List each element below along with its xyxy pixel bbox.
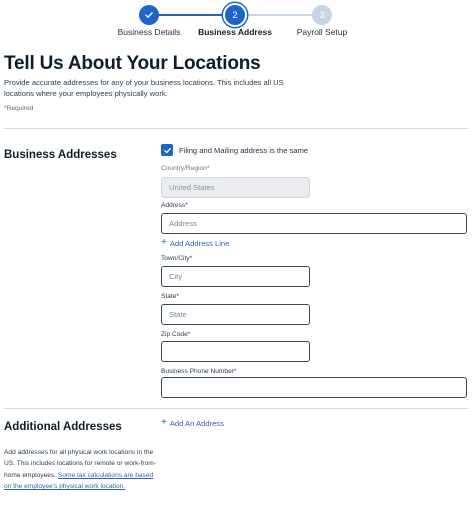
step-label-business-address: Business Address bbox=[198, 27, 272, 37]
same-address-checkbox[interactable] bbox=[161, 144, 173, 156]
same-address-checkbox-label: Filing and Mailing address is the same bbox=[179, 145, 309, 155]
plus-icon: + bbox=[161, 417, 167, 428]
additional-addresses-info: Add addresses for all physical work loca… bbox=[4, 447, 162, 493]
progress-stepper: 2 3 Business Details Business Address Pa… bbox=[0, 0, 474, 44]
business-addresses-heading: Business Addresses bbox=[4, 149, 117, 161]
add-address-line-link[interactable]: + Add Address Line bbox=[161, 238, 229, 248]
step-pending-indicator: 3 bbox=[312, 5, 332, 25]
country-label: Country/Region* bbox=[161, 165, 210, 172]
state-input[interactable] bbox=[161, 304, 310, 325]
state-label: State* bbox=[161, 293, 179, 300]
city-label: Town/City* bbox=[161, 255, 193, 262]
city-input[interactable] bbox=[161, 266, 310, 287]
step-label-business-details: Business Details bbox=[117, 27, 181, 37]
add-an-address-link[interactable]: + Add An Address bbox=[161, 418, 224, 428]
same-address-checkbox-row[interactable]: Filing and Mailing address is the same bbox=[161, 144, 308, 156]
address-label: Address* bbox=[161, 202, 188, 209]
phone-label: Business Phone Number* bbox=[161, 368, 237, 375]
zip-code-label: Zip Code* bbox=[161, 331, 191, 338]
plus-icon: + bbox=[161, 237, 167, 248]
additional-addresses-heading: Additional Addresses bbox=[4, 421, 122, 433]
page-title: Tell Us About Your Locations bbox=[4, 53, 261, 74]
add-address-line-label: Add Address Line bbox=[169, 238, 230, 248]
stepper-connector-completed bbox=[149, 14, 235, 16]
section-divider bbox=[4, 408, 468, 409]
checkmark-icon bbox=[163, 147, 171, 153]
country-field[interactable] bbox=[161, 177, 310, 198]
stepper-connector-pending bbox=[235, 14, 322, 16]
step-label-payroll-setup: Payroll Setup bbox=[296, 27, 348, 37]
step-current-indicator: 2 bbox=[225, 5, 245, 25]
step-complete-check-icon bbox=[139, 5, 159, 25]
phone-input[interactable] bbox=[161, 377, 467, 398]
add-an-address-label: Add An Address bbox=[169, 418, 224, 428]
required-note: *Required bbox=[4, 105, 34, 112]
section-divider bbox=[4, 128, 468, 129]
zip-code-input[interactable] bbox=[161, 341, 310, 362]
address-input[interactable] bbox=[161, 213, 467, 234]
page-description: Provide accurate addresses for any of yo… bbox=[4, 78, 284, 98]
